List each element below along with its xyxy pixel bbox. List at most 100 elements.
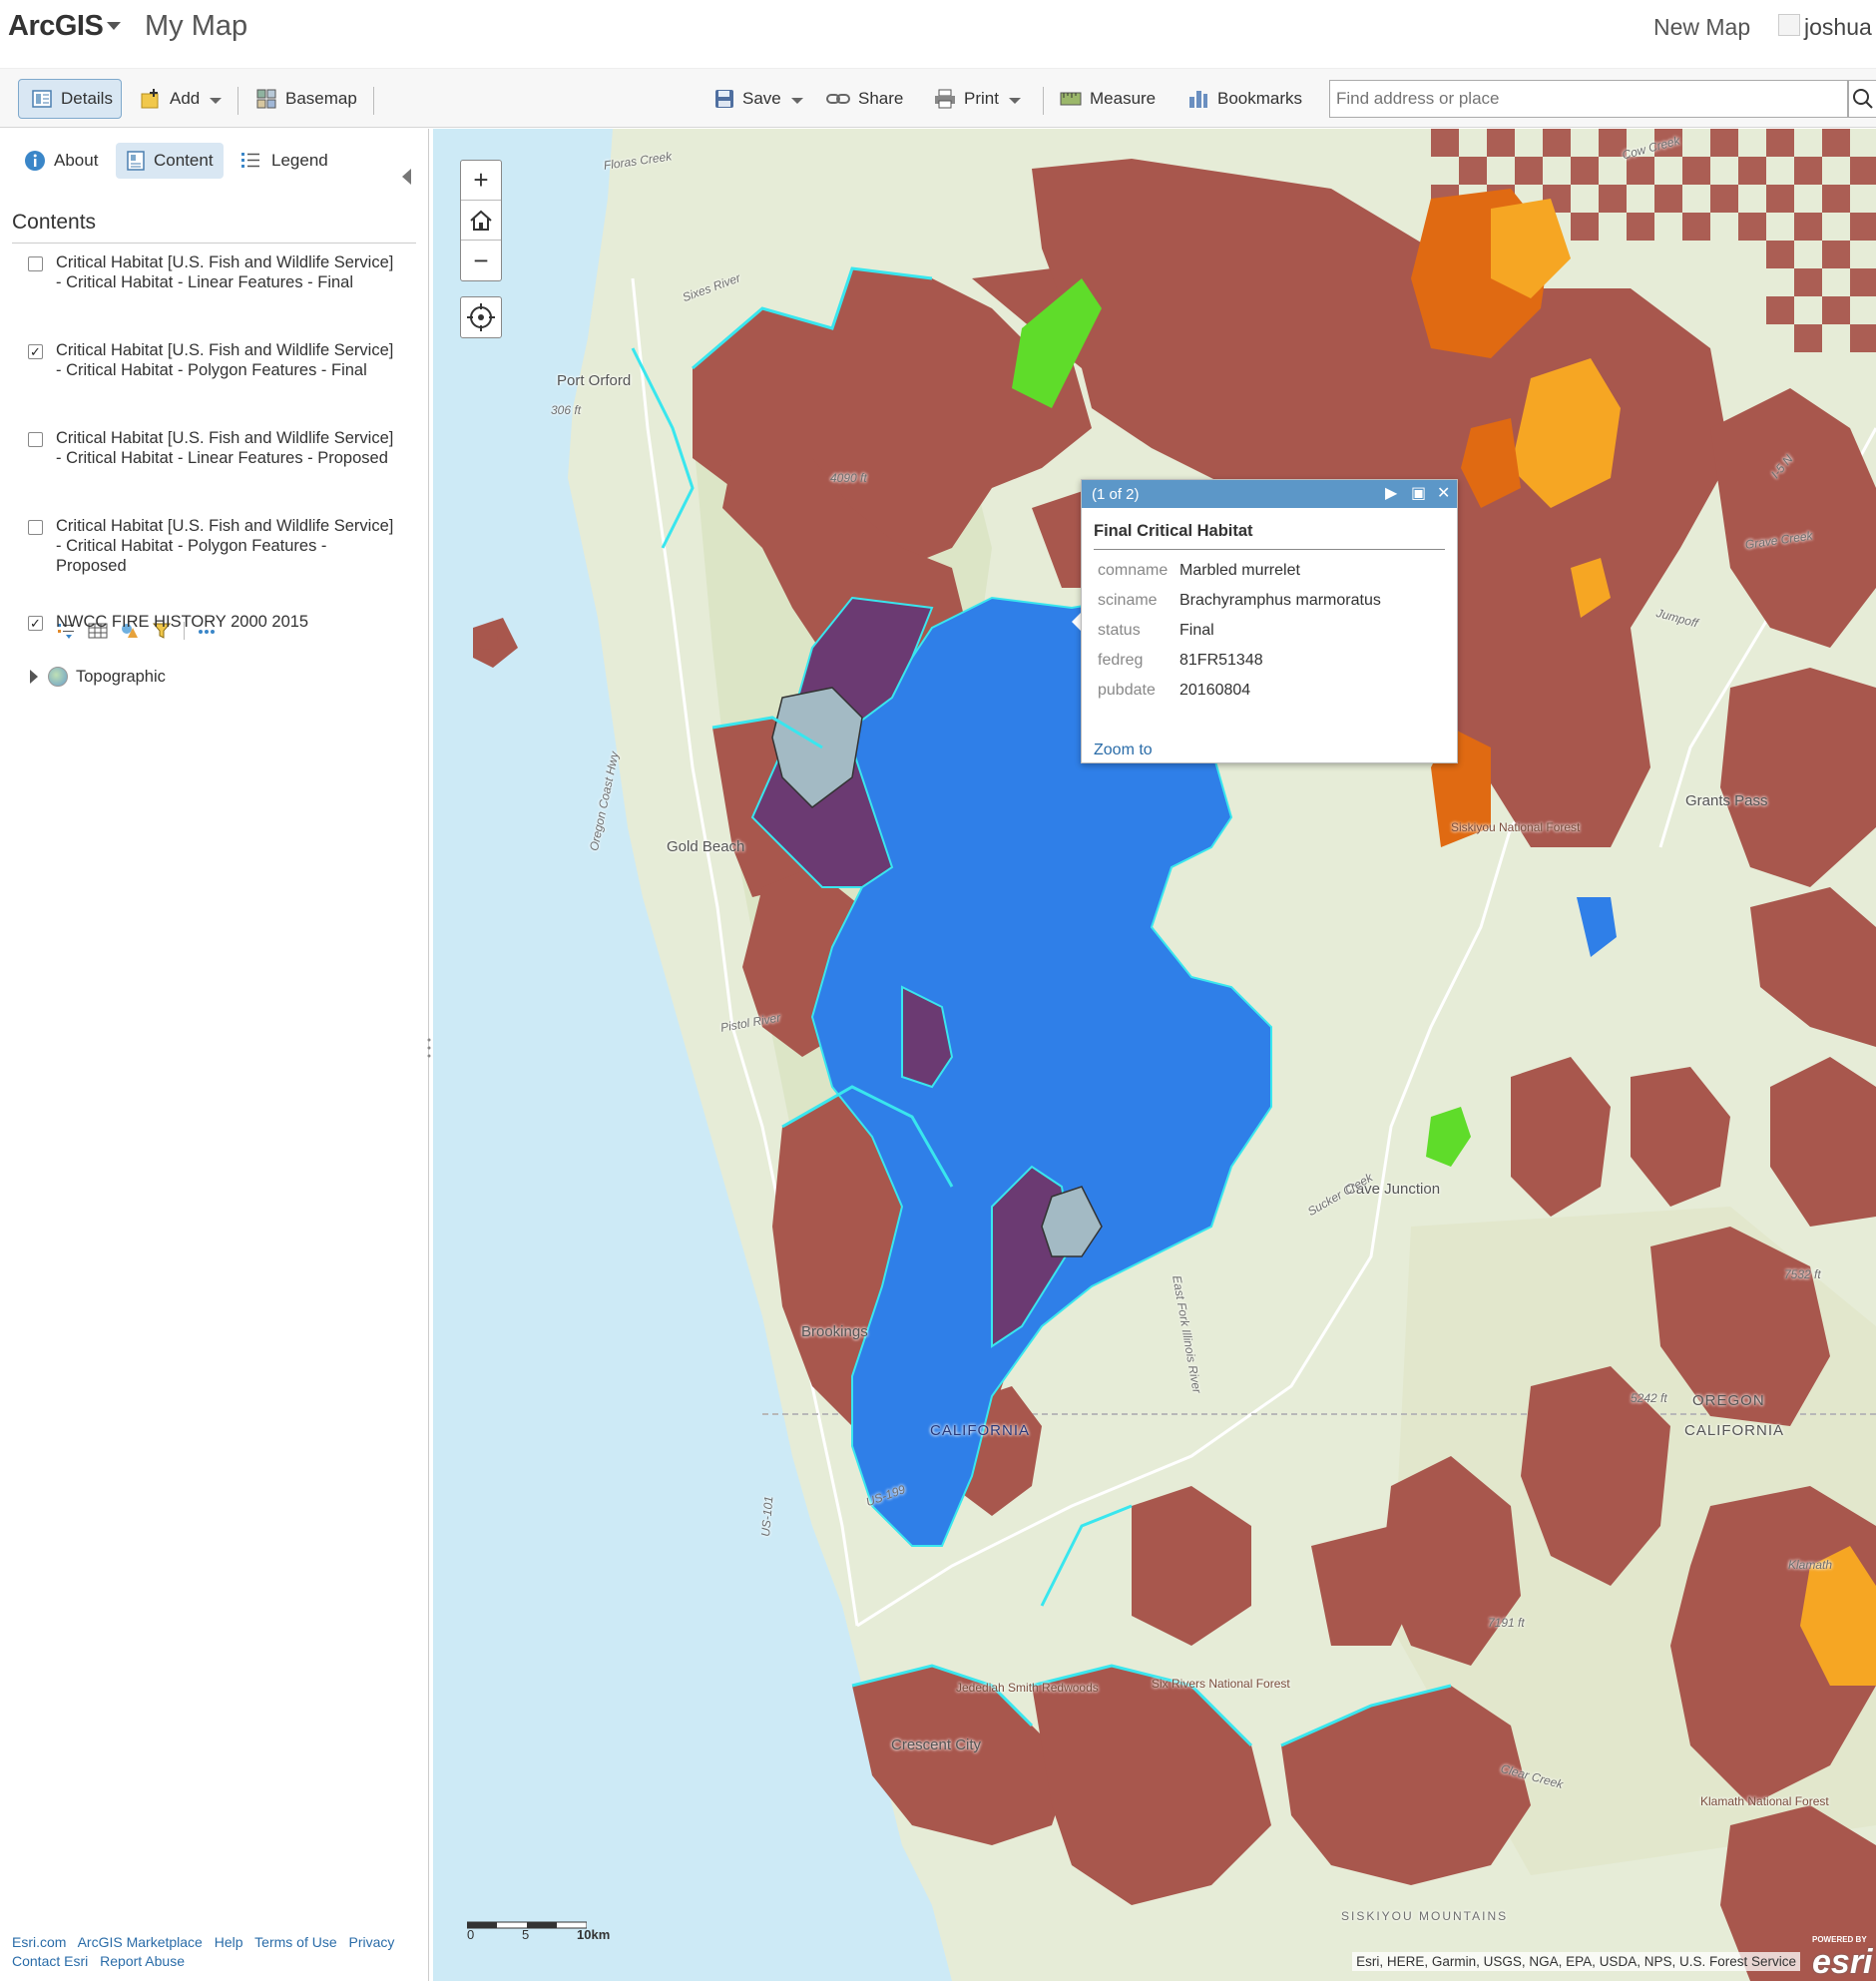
attribute-key: fedreg — [1098, 652, 1144, 669]
map-label-jedediah: Jedediah Smith Redwoods — [956, 1681, 1099, 1695]
layer-title[interactable]: Critical Habitat [U.S. Fish and Wildlife… — [56, 516, 400, 576]
zoom-to-link[interactable]: Zoom to — [1094, 742, 1153, 759]
layer-title[interactable]: Critical Habitat [U.S. Fish and Wildlife… — [56, 252, 400, 292]
attribute-key: pubdate — [1098, 682, 1156, 699]
map-label-six-rivers-nf: Six Rivers National Forest — [1152, 1677, 1290, 1691]
terms-link[interactable]: Terms of Use — [254, 1934, 336, 1950]
bookmarks-icon — [1189, 91, 1207, 108]
expand-icon[interactable] — [30, 670, 38, 684]
bookmarks-label: Bookmarks — [1217, 89, 1303, 108]
contents-heading: Contents — [12, 211, 97, 234]
popup-title: Final Critical Habitat — [1094, 522, 1445, 550]
add-label: Add — [170, 89, 201, 108]
fire-point — [474, 626, 498, 650]
locate-button[interactable] — [460, 296, 502, 338]
address-search-input[interactable] — [1329, 80, 1848, 118]
details-button[interactable]: Details — [18, 79, 122, 119]
layer-title[interactable]: Critical Habitat [U.S. Fish and Wildlife… — [56, 340, 400, 380]
globe-icon — [48, 667, 68, 687]
map-label-california: CALIFORNIA — [930, 1422, 1031, 1439]
layer-title[interactable]: Critical Habitat [U.S. Fish and Wildlife… — [56, 428, 400, 468]
attribute-row: status Final — [1098, 616, 1457, 646]
next-feature-icon[interactable]: ▶ — [1385, 485, 1397, 503]
measure-label: Measure — [1090, 89, 1157, 108]
attribute-row: sciname Brachyramphus marmoratus — [1098, 586, 1457, 616]
tab-about[interactable]: About — [14, 143, 108, 179]
contact-link[interactable]: Contact Esri — [12, 1953, 88, 1969]
tab-legend[interactable]: Legend — [230, 143, 338, 179]
map-canvas[interactable] — [433, 129, 1876, 1981]
tab-about-label: About — [54, 151, 99, 170]
help-link[interactable]: Help — [215, 1934, 243, 1950]
add-caret-icon — [210, 98, 223, 104]
legend-icon — [241, 153, 259, 168]
basemap-label: Basemap — [285, 89, 357, 108]
close-icon[interactable]: ✕ — [1437, 485, 1450, 503]
marketplace-link[interactable]: ArcGIS Marketplace — [78, 1934, 203, 1950]
brand-menu-caret-icon[interactable] — [107, 22, 121, 30]
map-label-gold-beach: Gold Beach — [667, 838, 745, 855]
basemap-layer-item[interactable]: Topographic — [30, 667, 166, 687]
map-label-grants-pass: Grants Pass — [1685, 792, 1768, 809]
collapse-panel-icon[interactable] — [402, 169, 411, 185]
save-caret-icon — [790, 98, 803, 104]
layer-visibility-checkbox[interactable] — [28, 520, 43, 535]
app-header: ArcGIS My Map New Map joshua — [0, 0, 1876, 68]
user-name[interactable]: joshua — [1804, 14, 1872, 41]
layer-title[interactable]: NWCC FIRE HISTORY 2000 2015 — [56, 612, 400, 632]
search-button[interactable] — [1848, 80, 1876, 118]
popup-counter: (1 of 2) — [1092, 485, 1140, 503]
attribute-value: Brachyramphus marmoratus — [1179, 592, 1381, 609]
map-label-california: CALIFORNIA — [1684, 1422, 1785, 1439]
esri-link[interactable]: Esri.com — [12, 1934, 66, 1950]
toolbar-divider — [1043, 87, 1044, 115]
map-label-siskiyou-mtns: SISKIYOU MOUNTAINS — [1341, 1909, 1509, 1923]
user-avatar[interactable] — [1778, 14, 1800, 36]
main-toolbar: Details Add Basemap Save Share Print Mea… — [0, 68, 1876, 128]
map-title: My Map — [145, 10, 248, 42]
zoom-out-button[interactable]: − — [461, 241, 501, 280]
scale-label-five: 5 — [522, 1927, 530, 1942]
save-icon — [715, 90, 733, 108]
measure-button[interactable]: Measure — [1060, 79, 1156, 119]
tab-content-label: Content — [154, 151, 214, 170]
toolbar-divider — [237, 87, 238, 115]
map-label-port-orford: Port Orford — [557, 372, 632, 389]
basemap-button[interactable]: Basemap — [255, 79, 357, 119]
add-button[interactable]: Add — [140, 79, 223, 119]
scale-label-zero: 0 — [467, 1927, 475, 1942]
attribute-key: status — [1098, 622, 1141, 639]
save-button[interactable]: Save — [714, 79, 803, 119]
layer-visibility-checkbox[interactable]: ✓ — [28, 344, 43, 359]
panel-resize-handle[interactable] — [426, 1037, 432, 1059]
share-button[interactable]: Share — [826, 79, 903, 119]
popup-header: (1 of 2) ▶ ▣ ✕ — [1082, 480, 1457, 508]
bookmarks-button[interactable]: Bookmarks — [1187, 79, 1302, 119]
map-view[interactable]: Port Orford 306 ft Gold Beach Brookings … — [433, 129, 1876, 1981]
popup-attributes: comname Marbled murrelet sciname Brachyram… — [1082, 556, 1457, 706]
map-label-oregon: OREGON — [1692, 1392, 1765, 1409]
map-label-klamath-nf: Klamath National Forest — [1700, 1794, 1829, 1808]
layer-visibility-checkbox[interactable] — [28, 432, 43, 447]
print-button[interactable]: Print — [934, 79, 1021, 119]
map-label-river: Klamath — [1788, 1558, 1833, 1572]
privacy-link[interactable]: Privacy — [349, 1934, 395, 1950]
map-label-elevation: 306 ft — [551, 403, 582, 417]
tab-content[interactable]: Content — [116, 143, 224, 179]
attribute-row: fedreg 81FR51348 — [1098, 646, 1457, 676]
attribute-value: 81FR51348 — [1179, 652, 1263, 669]
maximize-icon[interactable]: ▣ — [1411, 485, 1426, 503]
home-button[interactable] — [461, 201, 501, 241]
basemap-layer-label: Topographic — [76, 667, 166, 686]
attribute-value: 20160804 — [1179, 682, 1251, 699]
layer-visibility-checkbox[interactable]: ✓ — [28, 616, 43, 631]
arcgis-brand[interactable]: ArcGIS — [8, 10, 104, 43]
esri-wordmark: esri — [1812, 1943, 1873, 1981]
layer-visibility-checkbox[interactable] — [28, 256, 43, 271]
info-icon — [25, 151, 45, 171]
zoom-in-button[interactable]: + — [461, 161, 501, 201]
new-map-link[interactable]: New Map — [1653, 14, 1750, 41]
esri-logo[interactable]: POWERED BY esri — [1810, 1933, 1876, 1981]
scale-bar: 0 5 10km — [466, 1917, 610, 1942]
report-abuse-link[interactable]: Report Abuse — [100, 1953, 185, 1969]
